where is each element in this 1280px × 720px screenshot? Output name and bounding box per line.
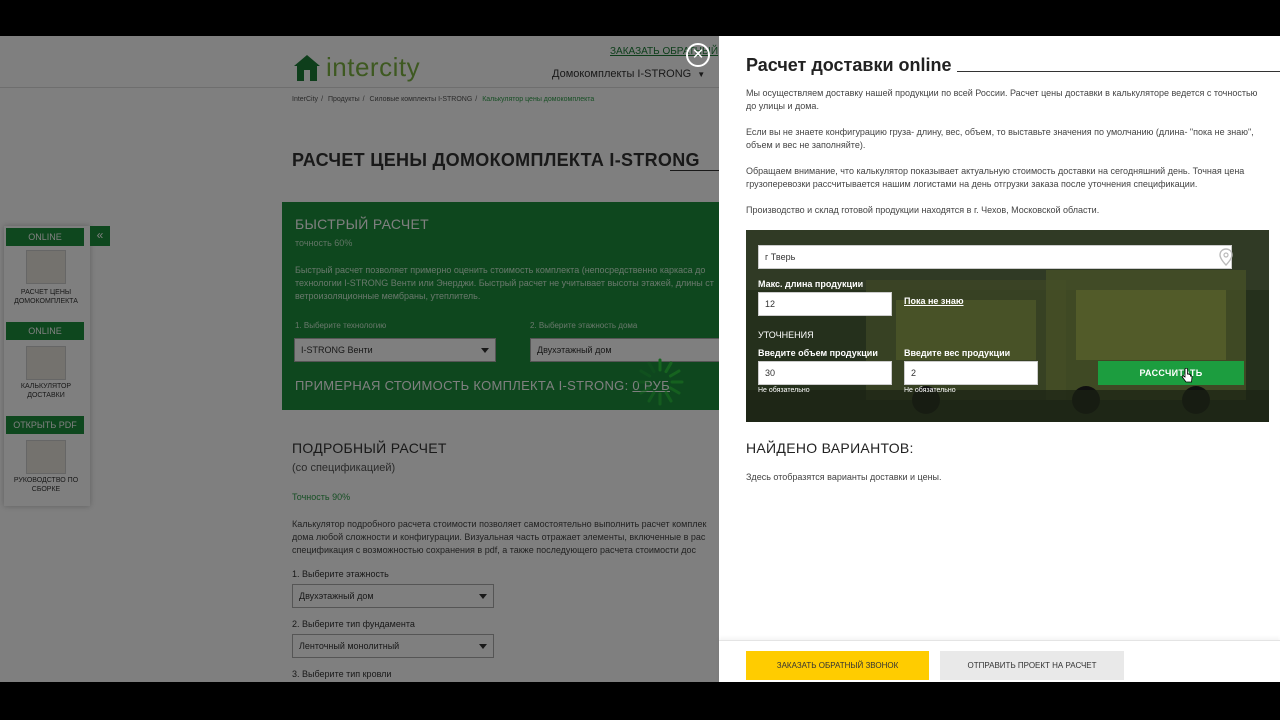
found-placeholder-text: Здесь отобразятся варианты доставки и це…	[746, 472, 942, 482]
weight-label: Введите вес продукции	[904, 348, 1011, 358]
delivery-modal: Расчет доставки online Мы осуществляем д…	[719, 36, 1280, 682]
modal-paragraph: Если вы не знаете конфигурацию груза- дл…	[746, 127, 1254, 150]
delivery-calc-form: г Тверь Макс. длина продукции 12 Пока не…	[746, 230, 1269, 422]
volume-input[interactable]: 30	[758, 361, 892, 385]
hand-cursor-icon	[1181, 368, 1193, 383]
volume-optional-note: Не обязательно	[758, 387, 810, 394]
refine-label: УТОЧНЕНИЯ	[758, 330, 814, 340]
unknown-length-link[interactable]: Пока не знаю	[904, 296, 964, 306]
location-pin-icon[interactable]	[1218, 248, 1234, 266]
modal-title: Расчет доставки online	[746, 55, 952, 75]
modal-overlay[interactable]	[0, 36, 719, 682]
calculate-button[interactable]: РАССЧИТАТЬ	[1098, 361, 1244, 385]
found-title: НАЙДЕНО ВАРИАНТОВ:	[746, 440, 914, 456]
length-label: Макс. длина продукции	[758, 279, 864, 289]
weight-input[interactable]: 2	[904, 361, 1038, 385]
length-input[interactable]: 12	[758, 292, 892, 316]
close-icon[interactable]: ✕	[686, 43, 710, 67]
modal-footer: ЗАКАЗАТЬ ОБРАТНЫЙ ЗВОНОК ОТПРАВИТЬ ПРОЕК…	[719, 640, 1280, 682]
modal-paragraph: Мы осуществляем доставку нашей продукции…	[746, 88, 1258, 111]
volume-label: Введите объем продукции	[758, 348, 878, 358]
callback-button[interactable]: ЗАКАЗАТЬ ОБРАТНЫЙ ЗВОНОК	[746, 651, 929, 680]
send-project-button[interactable]: ОТПРАВИТЬ ПРОЕКТ НА РАСЧЕТ	[940, 651, 1124, 680]
city-input[interactable]: г Тверь	[758, 245, 1232, 269]
browser-viewport: intercity ЗАКАЗАТЬ ОБРАТНЫЙ Домокомплект…	[0, 36, 1280, 682]
title-divider	[957, 71, 1280, 72]
modal-paragraph: Производство и склад готовой продукции н…	[746, 205, 1100, 215]
modal-paragraph: Обращаем внимание, что калькулятор показ…	[746, 166, 1245, 189]
weight-optional-note: Не обязательно	[904, 387, 956, 394]
